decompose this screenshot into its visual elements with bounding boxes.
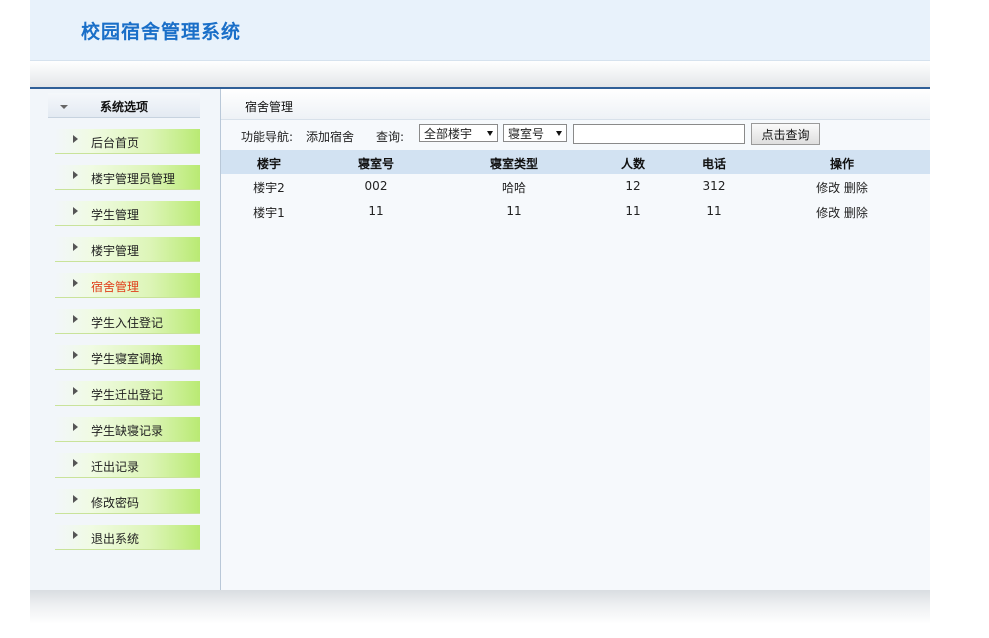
sidebar-item-home[interactable]: 后台首页	[55, 129, 200, 154]
sidebar-item-label: 楼宇管理	[91, 244, 140, 258]
delete-link[interactable]: 删除	[844, 181, 868, 195]
sidebar-item-label: 学生迁出登记	[91, 388, 164, 402]
app-title: 校园宿舍管理系统	[81, 21, 242, 43]
sidebar-item-building-admin[interactable]: 楼宇管理员管理	[55, 165, 200, 190]
arrow-right-icon	[73, 315, 78, 323]
arrow-right-icon	[73, 495, 78, 503]
sidebar-item-label: 学生入住登记	[91, 316, 164, 330]
column-header: 人数	[620, 157, 646, 171]
dropdown-arrow-icon	[487, 131, 493, 136]
cell-count: 11	[625, 204, 641, 218]
dropdown-arrow-icon	[556, 131, 562, 136]
sidebar-item-absence[interactable]: 学生缺寝记录	[55, 417, 200, 442]
arrow-right-icon	[73, 243, 78, 251]
toolbar: 功能导航: 添加宿舍 查询: 全部楼宇 寝室号 点击查询	[221, 123, 930, 147]
column-header: 楼宇	[256, 157, 282, 171]
nav-label: 功能导航:	[241, 130, 294, 144]
sidebar-item-students[interactable]: 学生管理	[55, 201, 200, 226]
sidebar-item-label: 楼宇管理员管理	[91, 172, 176, 186]
room-select[interactable]: 寝室号	[503, 124, 567, 142]
sidebar-menu: 后台首页 楼宇管理员管理 学生管理 楼宇管理 宿舍管理 学生入住登记 学生寝室调…	[55, 129, 200, 561]
cell-count: 12	[625, 179, 641, 193]
table-row: 楼宇2 002 哈哈 12 312 修改 删除	[221, 174, 930, 199]
table-row: 楼宇1 11 11 11 11 修改 删除	[221, 199, 930, 224]
column-header: 电话	[701, 157, 727, 171]
sidebar-item-change-password[interactable]: 修改密码	[55, 489, 200, 514]
sidebar-item-buildings[interactable]: 楼宇管理	[55, 237, 200, 262]
sidebar-item-checkout[interactable]: 学生迁出登记	[55, 381, 200, 406]
sidebar-item-dorms[interactable]: 宿舍管理	[55, 273, 200, 298]
header: 校园宿舍管理系统	[30, 0, 930, 61]
query-label: 查询:	[376, 130, 405, 144]
sidebar-header[interactable]: 系统选项	[48, 93, 200, 118]
sidebar-item-logout[interactable]: 退出系统	[55, 525, 200, 550]
page-title: 宿舍管理	[245, 100, 294, 114]
building-select[interactable]: 全部楼宇	[419, 124, 498, 142]
sidebar-item-label: 后台首页	[91, 136, 140, 150]
sidebar-item-label: 退出系统	[91, 532, 140, 546]
edit-link[interactable]: 修改	[816, 206, 840, 220]
sidebar-header-label: 系统选项	[100, 100, 149, 114]
arrow-right-icon	[73, 351, 78, 359]
row-actions: 修改 删除	[816, 179, 868, 196]
search-button[interactable]: 点击查询	[751, 123, 820, 145]
delete-link[interactable]: 删除	[844, 206, 868, 220]
sidebar-item-label: 学生寝室调换	[91, 352, 164, 366]
arrow-right-icon	[73, 387, 78, 395]
room-select-value: 寝室号	[508, 127, 545, 141]
cell-type: 哈哈	[501, 181, 527, 195]
sidebar-item-room-swap[interactable]: 学生寝室调换	[55, 345, 200, 370]
cell-room: 11	[368, 204, 384, 218]
main-panel: 宿舍管理 功能导航: 添加宿舍 查询: 全部楼宇 寝室号 点击查询 楼宇 寝室号…	[221, 89, 930, 590]
column-header: 操作	[829, 157, 855, 171]
sidebar-item-checkin[interactable]: 学生入住登记	[55, 309, 200, 334]
sidebar: 系统选项 后台首页 楼宇管理员管理 学生管理 楼宇管理 宿舍管理 学生入住登记 …	[30, 89, 221, 590]
arrow-right-icon	[73, 279, 78, 287]
building-select-value: 全部楼宇	[424, 127, 473, 141]
sidebar-item-label: 学生缺寝记录	[91, 424, 164, 438]
column-header: 寝室类型	[489, 157, 539, 171]
dorm-table: 楼宇 寝室号 寝室类型 人数 电话 操作 楼宇2 002 哈哈 12 312 修…	[221, 150, 930, 224]
arrow-right-icon	[73, 207, 78, 215]
sidebar-item-label: 修改密码	[91, 496, 140, 510]
arrow-right-icon	[73, 423, 78, 431]
search-input[interactable]	[573, 124, 745, 144]
arrow-right-icon	[73, 135, 78, 143]
arrow-right-icon	[73, 171, 78, 179]
cell-phone: 312	[702, 179, 726, 193]
collapse-icon	[60, 105, 68, 109]
row-actions: 修改 删除	[816, 204, 868, 221]
cell-type: 11	[506, 204, 522, 218]
sidebar-item-label: 学生管理	[91, 208, 140, 222]
column-header: 寝室号	[357, 157, 395, 171]
arrow-right-icon	[73, 459, 78, 467]
sidebar-item-label: 宿舍管理	[91, 280, 140, 294]
breadcrumb: 宿舍管理	[221, 89, 930, 120]
cell-room: 002	[364, 179, 388, 193]
table-header: 楼宇 寝室号 寝室类型 人数 电话 操作	[221, 150, 930, 174]
arrow-right-icon	[73, 531, 78, 539]
edit-link[interactable]: 修改	[816, 181, 840, 195]
sidebar-item-checkout-records[interactable]: 迁出记录	[55, 453, 200, 478]
add-dorm-link[interactable]: 添加宿舍	[306, 128, 354, 145]
cell-phone: 11	[706, 204, 722, 218]
footer	[30, 590, 930, 624]
cell-building: 楼宇2	[253, 181, 285, 195]
sidebar-item-label: 迁出记录	[91, 460, 140, 474]
app-frame: 校园宿舍管理系统 系统选项 后台首页 楼宇管理员管理 学生管理 楼宇管理 宿舍管…	[30, 0, 930, 638]
sub-toolbar	[30, 61, 930, 87]
cell-building: 楼宇1	[253, 206, 285, 220]
